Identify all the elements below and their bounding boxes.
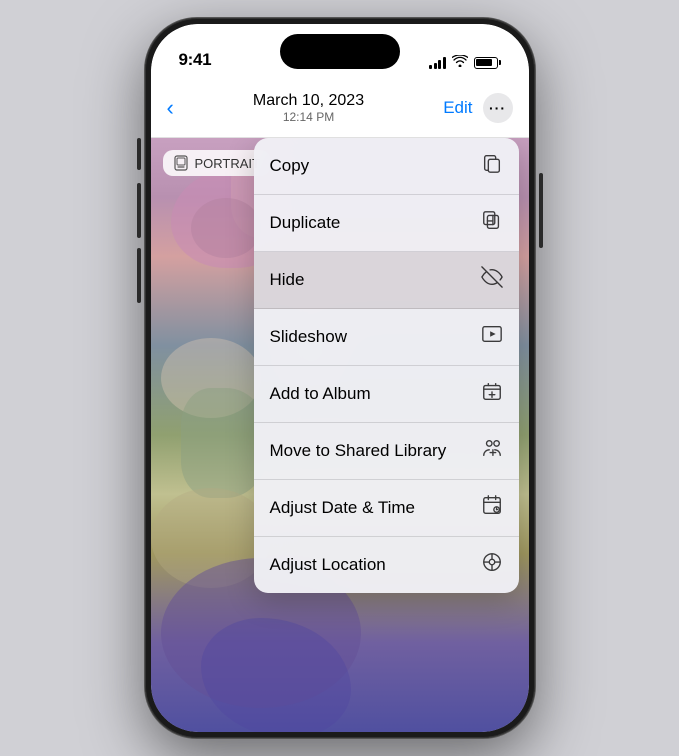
menu-hide-label: Hide [270, 270, 305, 290]
status-bar: 9:41 [151, 24, 529, 78]
shared-library-icon [481, 437, 503, 465]
nav-title: March 10, 2023 [253, 92, 364, 110]
wifi-icon [452, 55, 468, 70]
photo-area: PORTRAIT Copy [151, 138, 529, 732]
nav-subtitle: 12:14 PM [253, 110, 364, 124]
copy-icon [481, 152, 503, 180]
menu-item-duplicate[interactable]: Duplicate [254, 195, 519, 252]
add-album-icon [481, 380, 503, 408]
menu-adjust-location-label: Adjust Location [270, 555, 386, 575]
nav-bar: ‹ March 10, 2023 12:14 PM Edit ··· [151, 78, 529, 138]
phone-screen: 9:41 [151, 24, 529, 732]
context-menu: Copy Duplicate [254, 138, 519, 593]
back-button[interactable]: ‹ [167, 95, 174, 121]
menu-item-adjust-location[interactable]: Adjust Location [254, 537, 519, 593]
duplicate-icon [481, 209, 503, 237]
menu-copy-label: Copy [270, 156, 310, 176]
mute-button [137, 138, 141, 170]
menu-shared-library-label: Move to Shared Library [270, 441, 447, 461]
menu-item-adjust-date[interactable]: Adjust Date & Time [254, 480, 519, 537]
volume-up-button [137, 183, 141, 238]
status-time: 9:41 [179, 50, 212, 70]
location-icon [481, 551, 503, 579]
dynamic-island [280, 34, 400, 69]
slideshow-icon [481, 323, 503, 351]
volume-down-button [137, 248, 141, 303]
edit-button[interactable]: Edit [443, 98, 472, 118]
nav-center: March 10, 2023 12:14 PM [253, 92, 364, 124]
signal-icon [429, 57, 446, 69]
menu-item-copy[interactable]: Copy [254, 138, 519, 195]
screen: 9:41 [151, 24, 529, 732]
hide-icon [481, 266, 503, 294]
back-chevron-icon: ‹ [167, 95, 174, 121]
menu-duplicate-label: Duplicate [270, 213, 341, 233]
menu-slideshow-label: Slideshow [270, 327, 348, 347]
menu-item-slideshow[interactable]: Slideshow [254, 309, 519, 366]
menu-item-add-album[interactable]: Add to Album [254, 366, 519, 423]
phone-frame: 9:41 [145, 18, 535, 738]
menu-adjust-date-label: Adjust Date & Time [270, 498, 416, 518]
calendar-icon [481, 494, 503, 522]
portrait-label: PORTRAIT [195, 156, 261, 171]
menu-add-album-label: Add to Album [270, 384, 371, 404]
nav-right: Edit ··· [443, 93, 512, 123]
status-icons [429, 55, 501, 70]
more-button[interactable]: ··· [483, 93, 513, 123]
portrait-icon [173, 155, 189, 171]
power-button [539, 173, 543, 248]
menu-item-shared-library[interactable]: Move to Shared Library [254, 423, 519, 480]
battery-icon [474, 57, 501, 69]
menu-item-hide[interactable]: Hide [254, 252, 519, 309]
